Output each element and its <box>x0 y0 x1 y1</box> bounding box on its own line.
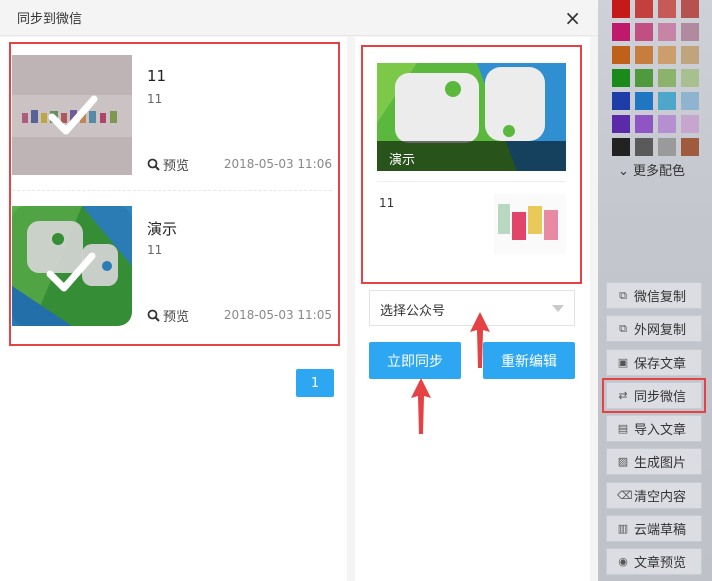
color-swatch[interactable] <box>681 115 699 133</box>
color-swatch[interactable] <box>658 115 676 133</box>
import-article-button[interactable]: ▤ 导入文章 <box>606 415 702 443</box>
close-icon[interactable]: × <box>564 8 581 28</box>
side-btn-label: 微信复制 <box>634 290 687 305</box>
color-swatch[interactable] <box>635 138 653 156</box>
color-swatch[interactable] <box>635 23 653 41</box>
chevron-down-icon: ⌄ <box>618 164 629 179</box>
color-swatch[interactable] <box>681 69 699 87</box>
editor-action-list: ⧉ 微信复制 ⧉ 外网复制 ▣ 保存文章 ⇄ 同步微信 ▤ 导入文章 ▨ 生成图… <box>602 282 706 581</box>
color-swatch[interactable] <box>681 46 699 64</box>
color-swatch[interactable] <box>681 23 699 41</box>
color-swatch[interactable] <box>612 92 630 110</box>
preview-highlight <box>361 45 582 284</box>
color-swatch[interactable] <box>658 46 676 64</box>
color-swatch[interactable] <box>681 0 699 18</box>
color-swatch[interactable] <box>635 115 653 133</box>
color-swatch[interactable] <box>635 92 653 110</box>
web-copy-button[interactable]: ⧉ 外网复制 <box>606 315 702 343</box>
side-btn-label: 生成图片 <box>634 456 687 472</box>
side-btn-label: 同步微信 <box>634 389 687 405</box>
color-swatch[interactable] <box>612 138 630 156</box>
color-swatch[interactable] <box>658 92 676 110</box>
page-button[interactable]: 1 <box>296 369 334 397</box>
more-colors-label: 更多配色 <box>633 164 686 179</box>
color-swatch[interactable] <box>658 0 676 18</box>
side-btn-label: 外网复制 <box>634 323 687 339</box>
eye-icon: ◉ <box>618 555 628 569</box>
save-article-button[interactable]: ▣ 保存文章 <box>606 348 702 376</box>
color-swatch[interactable] <box>635 46 653 64</box>
image-icon: ▨ <box>617 455 629 469</box>
color-swatch[interactable] <box>612 0 630 18</box>
article-list-highlight <box>9 42 340 346</box>
trash-icon: ⌫ <box>617 488 633 502</box>
copy-icon: ⧉ <box>619 288 627 302</box>
color-swatch[interactable] <box>681 138 699 156</box>
color-swatch[interactable] <box>658 138 676 156</box>
sync-now-button[interactable]: 立即同步 <box>369 342 461 379</box>
save-icon: ▣ <box>617 355 629 369</box>
sync-wechat-button[interactable]: ⇄ 同步微信 <box>602 377 706 413</box>
select-value: 选择公众号 <box>380 304 446 319</box>
arrow-up-icon <box>411 378 431 434</box>
color-swatch[interactable] <box>658 23 676 41</box>
cloud-draft-button[interactable]: ▥ 云端草稿 <box>606 515 702 543</box>
color-swatch[interactable] <box>612 115 630 133</box>
cloud-draft-icon: ▥ <box>617 522 629 536</box>
wechat-copy-button[interactable]: ⧉ 微信复制 <box>606 282 702 309</box>
side-btn-label: 云端草稿 <box>634 523 687 539</box>
re-edit-button[interactable]: 重新编辑 <box>483 342 575 379</box>
color-swatch[interactable] <box>612 46 630 64</box>
dialog-title: 同步到微信 <box>17 12 83 27</box>
arrow-up-icon <box>470 312 490 368</box>
generate-image-button[interactable]: ▨ 生成图片 <box>606 448 702 476</box>
import-icon: ▤ <box>617 422 629 436</box>
color-swatch-grid <box>612 0 699 156</box>
caret-down-icon <box>552 305 564 312</box>
clear-content-button[interactable]: ⌫ 清空内容 <box>606 481 702 509</box>
side-btn-label: 清空内容 <box>634 489 687 505</box>
sync-icon: ⇄ <box>618 388 628 402</box>
side-btn-label: 保存文章 <box>634 356 687 372</box>
more-colors-link[interactable]: ⌄ 更多配色 <box>618 160 685 179</box>
article-preview-button[interactable]: ◉ 文章预览 <box>606 548 702 576</box>
color-swatch[interactable] <box>635 69 653 87</box>
color-swatch[interactable] <box>658 69 676 87</box>
color-swatch[interactable] <box>635 0 653 18</box>
dialog-header: 同步到微信 × <box>0 0 598 36</box>
copy-icon: ⧉ <box>619 321 627 335</box>
color-swatch[interactable] <box>681 92 699 110</box>
side-btn-label: 导入文章 <box>634 423 687 439</box>
color-swatch[interactable] <box>612 23 630 41</box>
side-btn-label: 文章预览 <box>634 556 687 572</box>
color-swatch[interactable] <box>612 69 630 87</box>
